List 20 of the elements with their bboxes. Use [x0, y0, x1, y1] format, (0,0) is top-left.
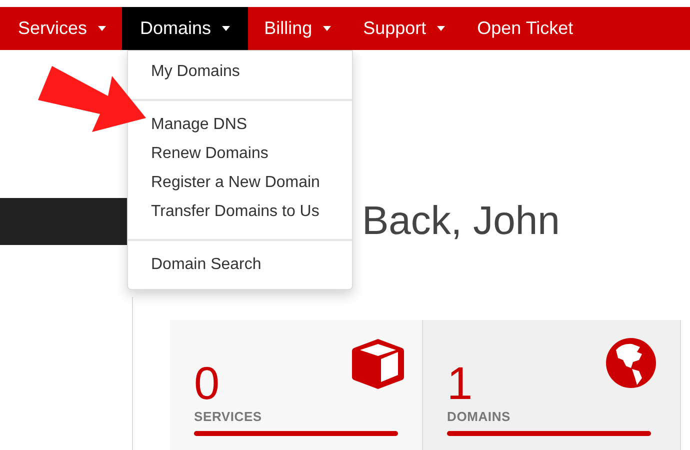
menu-item[interactable]: Manage DNS — [151, 110, 248, 139]
stat-count: 1 — [447, 358, 473, 408]
menu-item[interactable]: Transfer Domains to Us — [151, 197, 320, 226]
nav-tab[interactable]: Billing — [248, 7, 348, 50]
cube-icon — [350, 337, 406, 391]
welcome-heading: Back, John — [362, 198, 560, 244]
stat-label: DOMAINS — [447, 409, 512, 424]
menu-item[interactable]: Renew Domains — [151, 139, 268, 168]
menu-item[interactable]: My Domains — [151, 57, 240, 86]
globe-icon — [606, 338, 656, 388]
nav-tab[interactable]: Domains — [122, 7, 248, 50]
menu-item[interactable]: Register a New Domain — [151, 168, 320, 197]
stat-count: 0 — [194, 358, 220, 408]
stat-tile[interactable]: 1 DOMAINS — [423, 320, 681, 450]
menu-item[interactable]: Domain Search — [151, 250, 262, 279]
nav-tab[interactable]: Support — [347, 7, 462, 50]
nav-tab[interactable]: Services — [2, 7, 122, 50]
stat-label: SERVICES — [194, 409, 263, 424]
nav-tab[interactable]: Open Ticket — [461, 7, 590, 50]
stat-tile[interactable]: 0 SERVICES — [170, 320, 423, 450]
